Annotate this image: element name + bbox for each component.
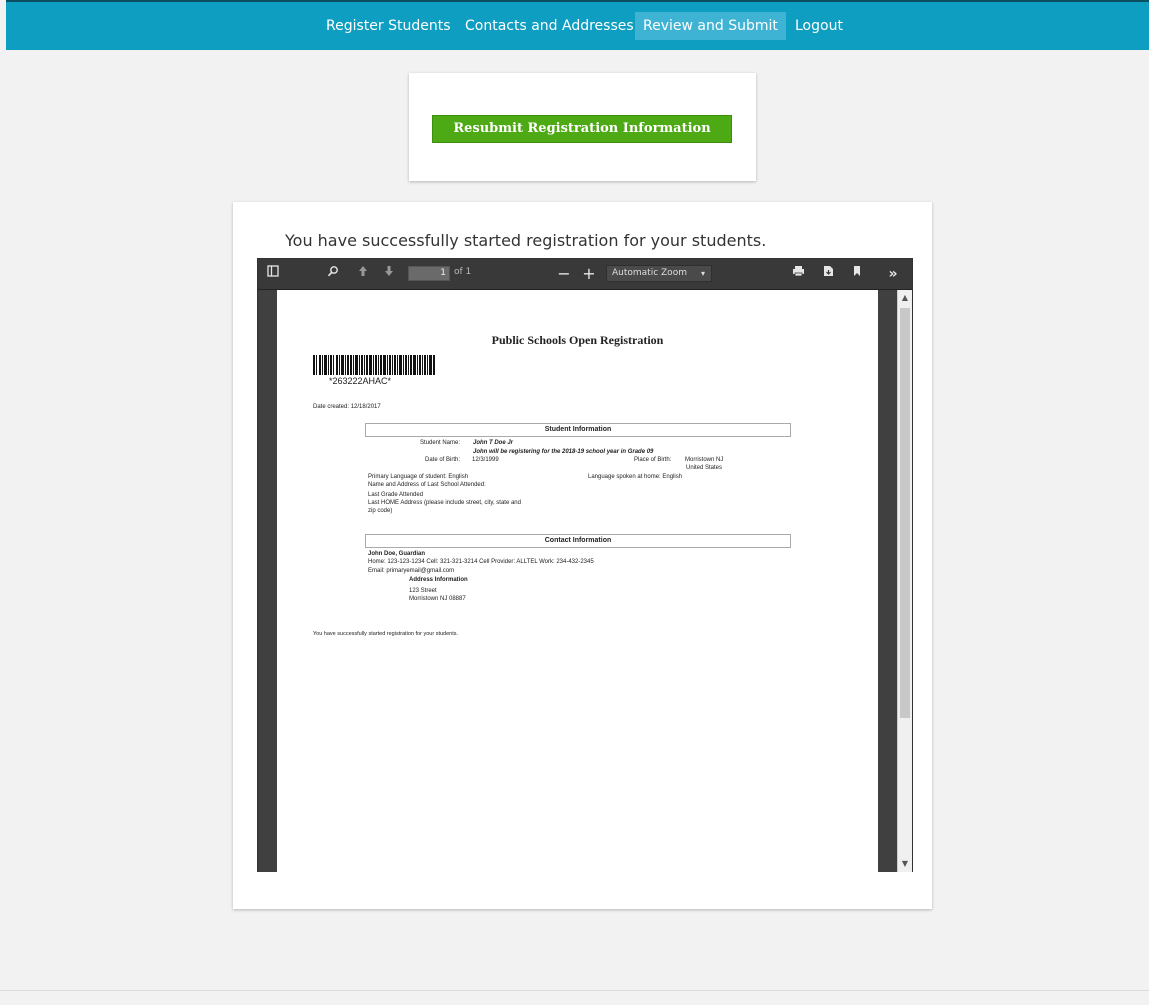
chevron-down-icon: ▾ (700, 269, 705, 278)
last-home-address-line2: zip code) (368, 508, 393, 514)
download-icon[interactable] (819, 265, 837, 283)
top-nav-bar: Register Students Contacts and Addresses… (6, 0, 1149, 50)
success-message: You have successfully started registrati… (285, 231, 767, 250)
student-name-label: Student Name: (420, 440, 461, 446)
nav-logout[interactable]: Logout (787, 12, 851, 40)
scroll-up-icon[interactable]: ▲ (898, 291, 912, 305)
pdf-page: Public Schools Open Registration *263222… (277, 290, 878, 872)
nav-register-students[interactable]: Register Students (318, 12, 459, 40)
barcode-text: *263222AHAC* (329, 376, 392, 386)
home-language: Language spoken at home: English (588, 474, 683, 480)
pob-city: Morristown NJ (685, 457, 724, 463)
dob-label: Date of Birth: (425, 457, 461, 463)
pdf-scrollbar[interactable]: ▲ ▼ (897, 290, 912, 872)
guardian-email: Email: primaryemail@gmail.com (368, 568, 455, 574)
primary-language: Primary Language of student: English (368, 474, 469, 480)
tools-double-chevron-icon[interactable]: » (884, 265, 902, 283)
address-information-header: Address Information (409, 577, 468, 583)
pdf-viewer: 1 of 1 − + Automatic Zoom ▾ » Public Sch… (257, 258, 913, 872)
student-information-header: Student Information (365, 423, 791, 437)
print-icon[interactable] (789, 265, 807, 283)
contact-information-header: Contact Information (365, 534, 791, 548)
sidebar-toggle-icon[interactable] (264, 265, 282, 283)
page-footer-divider (0, 990, 1149, 991)
nav-contacts-and-addresses[interactable]: Contacts and Addresses (457, 12, 642, 40)
date-created: Date created: 12/18/2017 (313, 404, 381, 410)
page-count: of 1 (454, 267, 472, 277)
pdf-page-area: Public Schools Open Registration *263222… (258, 290, 898, 872)
pob-country: United States (686, 465, 723, 471)
document-footer-message: You have successfully started registrati… (313, 631, 459, 637)
scroll-down-icon[interactable]: ▼ (898, 857, 912, 871)
zoom-in-icon[interactable]: + (580, 265, 598, 283)
last-school: Name and Address of Last School Attended… (368, 482, 486, 488)
document-title: Public Schools Open Registration (491, 333, 664, 347)
scroll-thumb[interactable] (900, 308, 910, 718)
barcode-image (313, 355, 435, 375)
resubmit-card: Resubmit Registration Information (409, 73, 756, 181)
pob-label: Place of Birth: (634, 457, 672, 463)
guardian-phones: Home: 123-123-1234 Cell: 321-321-3214 Ce… (368, 559, 594, 565)
dob-value: 12/3/1999 (472, 457, 499, 463)
pdf-toolbar: 1 of 1 − + Automatic Zoom ▾ » (258, 259, 912, 290)
address-line1: 123 Street (409, 588, 437, 594)
bookmark-icon[interactable] (848, 265, 866, 283)
next-page-icon[interactable] (380, 265, 398, 283)
zoom-select-value: Automatic Zoom (612, 268, 687, 278)
zoom-out-icon[interactable]: − (555, 265, 573, 283)
guardian-name: John Doe, Guardian (368, 551, 426, 557)
nav-review-and-submit[interactable]: Review and Submit (635, 12, 786, 40)
page-number-input[interactable]: 1 (408, 266, 450, 281)
address-line2: Morristown NJ 08887 (409, 596, 466, 602)
previous-page-icon[interactable] (354, 265, 372, 283)
review-card: You have successfully started registrati… (233, 202, 932, 909)
resubmit-registration-button[interactable]: Resubmit Registration Information (432, 115, 732, 143)
registering-note: John will be registering for the 2018-19… (473, 449, 654, 455)
search-icon[interactable] (324, 265, 342, 283)
zoom-select[interactable]: Automatic Zoom ▾ (606, 265, 712, 282)
last-grade: Last Grade Attended (368, 492, 424, 498)
student-name-value: John T Doe Jr (473, 440, 514, 446)
last-home-address-line1: Last HOME Address (please include street… (368, 500, 521, 506)
